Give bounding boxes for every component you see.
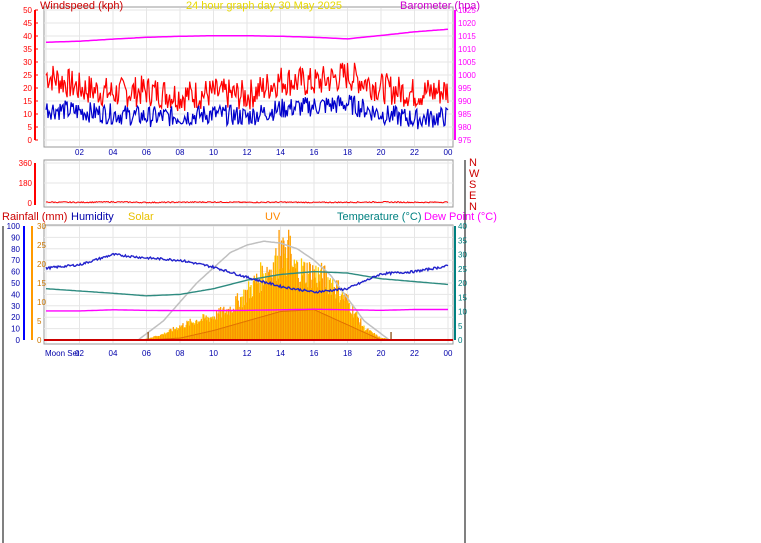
wind-tick-label: 50 (23, 6, 32, 15)
lower-x-tick-label: 20 (377, 349, 386, 358)
legend-temperature: Temperature (°C) (337, 211, 421, 223)
rain-tick-label: 80 (11, 245, 20, 254)
wind-x-tick-label: 10 (209, 148, 218, 157)
wind-x-tick-label: 16 (310, 148, 319, 157)
legend-uv: UV (265, 211, 281, 223)
rain-tick-label: 70 (11, 256, 20, 265)
temp-tick-label: 20 (458, 279, 467, 288)
weather-graph: 0 5 10 15 20 25 30 35 40 45 50 975 980 985 990 995 1000 1… (0, 0, 761, 543)
uv-tick-label: 30 (37, 222, 46, 231)
rain-tick-label: 60 (11, 268, 20, 277)
baro-tick-label: 985 (458, 110, 472, 119)
direction-tick-label: 360 (19, 159, 33, 168)
wind-tick-label: 15 (23, 97, 32, 106)
rain-tick-label: 0 (16, 336, 21, 345)
lower-x-tick-label: 04 (109, 349, 118, 358)
rain-tick-label: 40 (11, 290, 20, 299)
wind-tick-label: 20 (23, 84, 32, 93)
wind-x-tick-label: 18 (343, 148, 352, 157)
legend-solar: Solar (128, 211, 154, 223)
rain-tick-label: 30 (11, 302, 20, 311)
wind-tick-label: 45 (23, 19, 32, 28)
wind-axis-title: Windspeed (kph) (40, 0, 123, 12)
wind-tick-label: 30 (23, 58, 32, 67)
graph-title: 24 hour graph day 30 May 2025 (186, 0, 342, 12)
rain-tick-label: 10 (11, 325, 20, 334)
uv-tick-label: 20 (37, 260, 46, 269)
rain-tick-label: 20 (11, 313, 20, 322)
temp-tick-label: 10 (458, 308, 467, 317)
baro-tick-label: 1000 (458, 71, 476, 80)
temp-tick-label: 15 (458, 293, 467, 302)
wind-tick-label: 40 (23, 32, 32, 41)
wind-x-tick-label: 20 (377, 148, 386, 157)
baro-tick-label: 1010 (458, 45, 476, 54)
wind-x-tick-label: 14 (276, 148, 285, 157)
wind-baro-plot-frame (43, 6, 454, 148)
lower-x-tick-label: 12 (243, 349, 252, 358)
lower-x-tick-label: 08 (176, 349, 185, 358)
uv-tick-label: 0 (37, 336, 42, 345)
wind-x-tick-label: 04 (109, 148, 118, 157)
direction-tick-label: 0 (28, 199, 33, 208)
uv-tick-label: 15 (37, 279, 46, 288)
lower-x-tick-label: 16 (310, 349, 319, 358)
lower-x-tick-label: 22 (410, 349, 419, 358)
lower-x-tick-label: 02 (75, 349, 84, 358)
baro-tick-label: 995 (458, 84, 472, 93)
wind-x-tick-label: 12 (243, 148, 252, 157)
rain-tick-label: 90 (11, 233, 20, 242)
lower-x-tick-label: 14 (276, 349, 285, 358)
wind-x-tick-label: 22 (410, 148, 419, 157)
wind-tick-label: 5 (28, 123, 33, 132)
uv-tick-label: 10 (37, 298, 46, 307)
wind-tick-label: 0 (28, 136, 33, 145)
wind-x-tick-label: 06 (142, 148, 151, 157)
baro-tick-label: 1015 (458, 32, 476, 41)
temp-tick-label: 25 (458, 265, 467, 274)
wind-x-tick-label: 00 (444, 148, 453, 157)
direction-tick-label: 180 (19, 179, 33, 188)
baro-tick-label: 980 (458, 123, 472, 132)
temp-tick-label: 30 (458, 251, 467, 260)
temp-tick-label: 35 (458, 236, 467, 245)
uv-tick-label: 5 (37, 317, 42, 326)
weather-graph-canvas: 0510152025303540455097598098599099510001… (2, 0, 497, 543)
baro-axis-title: Barometer (hpa) (400, 0, 480, 12)
uv-tick-label: 25 (37, 241, 46, 250)
lower-x-tick-label: 18 (343, 349, 352, 358)
wind-tick-label: 35 (23, 45, 32, 54)
baro-tick-label: 975 (458, 136, 472, 145)
wind-x-tick-label: 02 (75, 148, 84, 157)
wind-x-tick-label: 08 (176, 148, 185, 157)
baro-tick-label: 1005 (458, 58, 476, 67)
lower-x-tick-label: 10 (209, 349, 218, 358)
legend-humidity: Humidity (71, 211, 114, 223)
lower-x-tick-label: 00 (444, 349, 453, 358)
temp-tick-label: 0 (458, 336, 463, 345)
legend-dewpoint: Dew Point (°C) (424, 211, 497, 223)
legend-rainfall: Rainfall (mm) (2, 211, 67, 223)
lower-x-tick-label: 06 (142, 349, 151, 358)
rain-tick-label: 50 (11, 279, 20, 288)
wind-tick-label: 10 (23, 110, 32, 119)
baro-tick-label: 1020 (458, 19, 476, 28)
baro-tick-label: 990 (458, 97, 472, 106)
wind-tick-label: 25 (23, 71, 32, 80)
temp-tick-label: 5 (458, 322, 463, 331)
rain-tick-label: 100 (7, 222, 21, 231)
temp-tick-label: 40 (458, 222, 467, 231)
